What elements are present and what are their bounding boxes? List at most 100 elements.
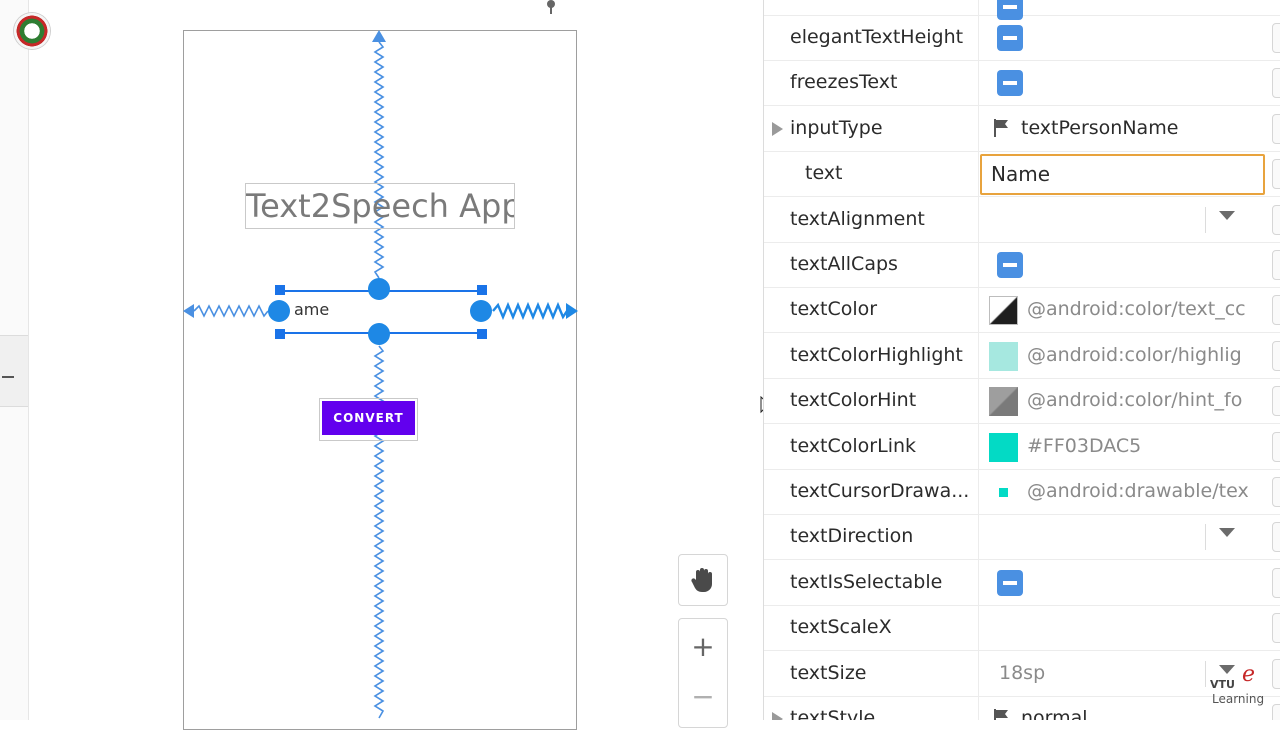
attribute-row-textdirection[interactable]: textDirection bbox=[764, 514, 1280, 561]
attribute-row-textcolorlink[interactable]: textColorLink #FF03DAC5 bbox=[764, 423, 1280, 470]
expand-arrow-icon[interactable] bbox=[772, 121, 783, 136]
convert-button-label: CONVERT bbox=[322, 401, 415, 435]
color-swatch-icon[interactable] bbox=[989, 341, 1018, 371]
constraint-anchor-left[interactable] bbox=[268, 300, 290, 322]
attribute-row-freezestext[interactable]: freezesText bbox=[764, 60, 1280, 107]
attribute-row-textallcaps[interactable]: textAllCaps bbox=[764, 242, 1280, 288]
attribute-name: inputType bbox=[790, 116, 883, 139]
attribute-value: @android:color/hint_fo bbox=[1027, 389, 1243, 412]
resize-handle-top-left[interactable] bbox=[275, 285, 285, 295]
title-text-view[interactable]: Text2Speech App bbox=[245, 183, 515, 229]
attribute-row-textalignment[interactable]: textAlignment bbox=[764, 196, 1280, 243]
flag-toggle-icon[interactable] bbox=[997, 252, 1023, 278]
attribute-value-cell[interactable]: @android:color/hint_fo bbox=[978, 378, 1269, 424]
attribute-name: textColorHint bbox=[790, 389, 917, 412]
dropdown-divider bbox=[1205, 660, 1206, 687]
expand-arrow-icon[interactable] bbox=[772, 712, 783, 720]
attribute-name: elegantTextHeight bbox=[790, 26, 964, 48]
resource-picker-button[interactable] bbox=[1272, 250, 1280, 280]
text-attribute-input[interactable]: Name bbox=[980, 154, 1265, 196]
attribute-name: textAlignment bbox=[790, 207, 925, 230]
flag-icon bbox=[994, 118, 1008, 137]
resource-picker-button[interactable] bbox=[1272, 113, 1280, 144]
vtu-learning-watermark: VTU e Learning bbox=[1208, 664, 1268, 708]
resource-picker-button[interactable] bbox=[1272, 658, 1280, 689]
pan-tool-button[interactable] bbox=[678, 554, 728, 606]
attribute-row-textsize[interactable]: textSize 18sp bbox=[764, 650, 1280, 697]
right-constraint-line bbox=[492, 301, 568, 321]
resource-picker-button[interactable] bbox=[1272, 704, 1280, 720]
attribute-name: textScaleX bbox=[790, 616, 892, 639]
attribute-row-textcursordrawa[interactable]: textCursorDrawa... @android:drawable/tex bbox=[764, 469, 1280, 515]
resize-handle-bottom-left[interactable] bbox=[275, 329, 285, 339]
drawable-preview-icon[interactable] bbox=[999, 488, 1008, 497]
top-constraint-line bbox=[373, 41, 385, 279]
attribute-value-cell[interactable] bbox=[978, 559, 1269, 605]
resize-handle-top-right[interactable] bbox=[477, 285, 487, 295]
color-swatch-icon[interactable] bbox=[989, 296, 1018, 326]
attribute-value-cell[interactable]: #FF03DAC5 bbox=[978, 423, 1269, 469]
attribute-value-cell[interactable] bbox=[978, 15, 1269, 60]
resource-picker-button[interactable] bbox=[1272, 431, 1280, 462]
attribute-row-textstyle[interactable]: textStyle normal bbox=[764, 696, 1280, 720]
resource-picker-button[interactable] bbox=[1272, 386, 1280, 417]
flag-toggle-icon[interactable] bbox=[997, 70, 1023, 97]
attribute-value-cell[interactable]: textPersonName bbox=[978, 105, 1269, 151]
resource-picker-button[interactable] bbox=[1272, 567, 1280, 598]
left-constraint-line bbox=[193, 304, 269, 318]
resize-handle-bottom-right[interactable] bbox=[477, 329, 487, 339]
constraint-lines bbox=[183, 30, 578, 719]
attribute-value-cell[interactable] bbox=[978, 242, 1269, 287]
attribute-row-textisselectable[interactable]: textIsSelectable bbox=[764, 559, 1280, 606]
attribute-row-eleganttextheight[interactable]: elegantTextHeight bbox=[764, 15, 1280, 61]
resource-picker-button[interactable] bbox=[1272, 340, 1280, 371]
attribute-row-textscalex[interactable]: textScaleX bbox=[764, 605, 1280, 652]
resource-picker-button[interactable] bbox=[1272, 295, 1280, 326]
attribute-name: textIsSelectable bbox=[790, 570, 943, 593]
resource-picker-button[interactable] bbox=[1272, 613, 1280, 644]
attribute-row-textcolor[interactable]: textColor @android:color/text_cc bbox=[764, 287, 1280, 334]
resource-picker-button[interactable] bbox=[1272, 23, 1280, 53]
attribute-value-cell[interactable]: @android:color/text_cc bbox=[978, 287, 1269, 333]
zoom-out-button[interactable]: − bbox=[679, 671, 727, 721]
chevron-down-icon[interactable] bbox=[1219, 528, 1235, 538]
attribute-value-cell[interactable]: @android:color/highlig bbox=[978, 332, 1269, 378]
zoom-in-button[interactable]: + bbox=[679, 621, 727, 671]
color-swatch-icon[interactable] bbox=[989, 432, 1018, 462]
attribute-value-cell[interactable] bbox=[978, 514, 1269, 560]
attribute-value: @android:color/highlig bbox=[1027, 343, 1242, 366]
constraint-anchor-right[interactable] bbox=[470, 300, 492, 322]
left-constraint-arrow bbox=[183, 304, 194, 318]
attribute-row-inputtype[interactable]: inputType textPersonName bbox=[764, 105, 1280, 152]
convert-button[interactable]: CONVERT bbox=[319, 398, 418, 441]
attribute-value-cell[interactable] bbox=[978, 605, 1269, 651]
constraint-anchor-bottom[interactable] bbox=[368, 323, 390, 345]
attribute-value: textPersonName bbox=[1021, 116, 1179, 139]
resource-picker-button[interactable] bbox=[1272, 68, 1280, 99]
constraint-anchor-top[interactable] bbox=[368, 278, 390, 300]
attribute-row-partial bbox=[764, 0, 1280, 20]
attribute-value-cell[interactable]: @android:drawable/tex bbox=[978, 469, 1269, 514]
resource-picker-button[interactable] bbox=[1272, 522, 1280, 553]
resource-picker-button[interactable] bbox=[1272, 159, 1280, 190]
attribute-row-textcolorhighlight[interactable]: textColorHighlight @android:color/highlig bbox=[764, 332, 1280, 379]
resource-picker-button[interactable] bbox=[1272, 204, 1280, 235]
right-constraint-arrow bbox=[566, 303, 578, 319]
design-surface[interactable]: Text2Speech App ame CONVERT + − bbox=[0, 0, 774, 730]
attribute-name: textStyle bbox=[790, 707, 876, 720]
zoom-controls: + − bbox=[678, 618, 728, 728]
chevron-down-icon[interactable] bbox=[1219, 210, 1235, 220]
attribute-name: freezesText bbox=[790, 71, 898, 94]
attribute-value-cell[interactable] bbox=[978, 60, 1269, 106]
attributes-panel: elegantTextHeight freezesText inputType tex… bbox=[763, 0, 1280, 720]
attribute-value-cell[interactable] bbox=[978, 196, 1269, 242]
attribute-value: @android:drawable/tex bbox=[1027, 480, 1249, 502]
attribute-name: textAllCaps bbox=[790, 253, 898, 275]
attribute-value: 18sp bbox=[999, 661, 1046, 684]
color-swatch-icon[interactable] bbox=[989, 387, 1018, 417]
flag-toggle-icon[interactable] bbox=[997, 25, 1023, 51]
top-constraint-arrow bbox=[372, 30, 386, 42]
attribute-row-textcolorhint[interactable]: textColorHint @android:color/hint_fo bbox=[764, 378, 1280, 425]
flag-toggle-icon[interactable] bbox=[997, 569, 1023, 596]
resource-picker-button[interactable] bbox=[1272, 477, 1280, 507]
